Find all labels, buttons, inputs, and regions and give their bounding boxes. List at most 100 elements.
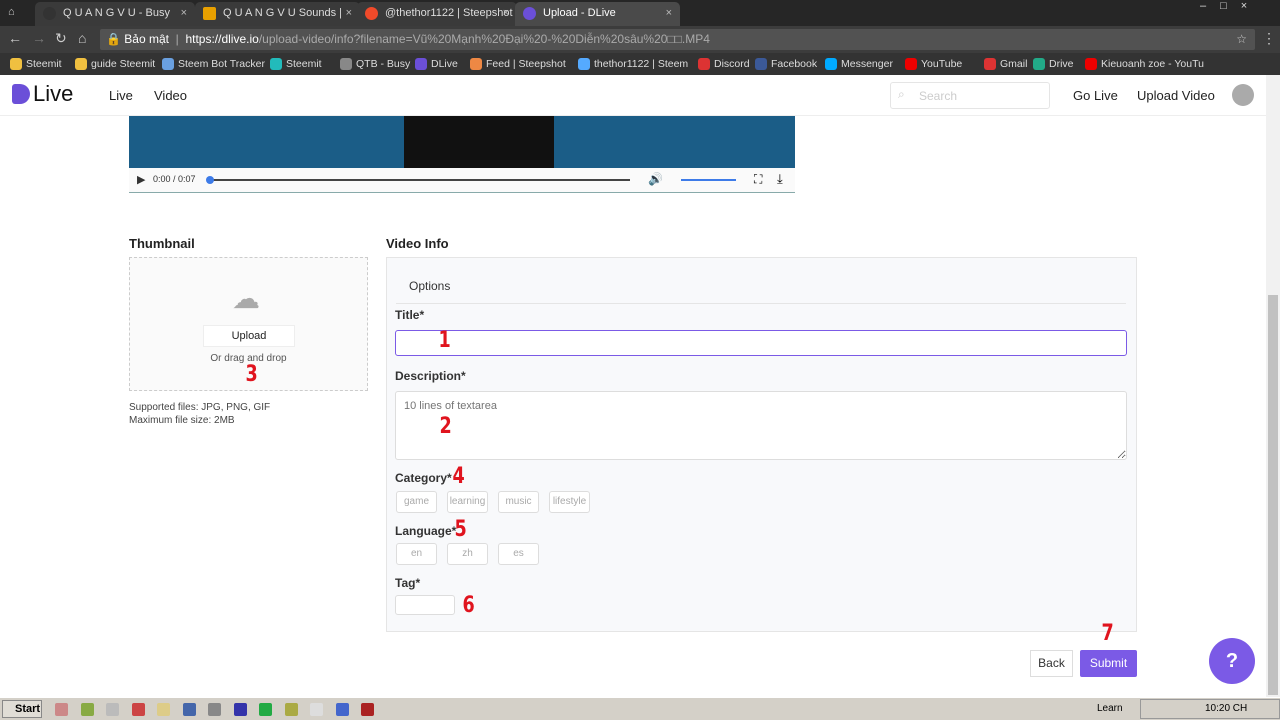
taskbar-app-icon[interactable] xyxy=(182,703,196,716)
close-tab-icon[interactable]: × xyxy=(346,2,352,24)
taskbar-app-icon[interactable] xyxy=(106,703,119,716)
taskbar-app-icon[interactable] xyxy=(335,703,349,716)
bookmark-icon xyxy=(984,58,996,70)
taskbar-app-icon[interactable] xyxy=(157,703,170,716)
bookmark-item[interactable]: QTB - Busy xyxy=(340,57,410,71)
language-zh[interactable]: zh xyxy=(447,543,488,565)
incognito-icon: ⌂ xyxy=(8,6,15,18)
bookmark-icon xyxy=(470,58,482,70)
max-file-size: Maximum file size: 2MB xyxy=(129,415,235,426)
category-learning[interactable]: learning xyxy=(447,491,488,513)
seek-bar[interactable] xyxy=(210,179,630,181)
bookmark-label: Feed | Steepshot xyxy=(486,58,566,70)
logo-text[interactable]: Live xyxy=(33,81,73,107)
language-en[interactable]: en xyxy=(396,543,437,565)
bookmark-item[interactable]: Steemit xyxy=(270,57,322,71)
bookmark-icon xyxy=(10,58,22,70)
taskbar-app-icon[interactable] xyxy=(131,703,145,716)
bookmark-item[interactable]: YouTube xyxy=(905,57,962,71)
close-tab-icon[interactable]: × xyxy=(181,2,187,24)
language-es[interactable]: es xyxy=(498,543,539,565)
category-game[interactable]: game xyxy=(396,491,437,513)
tab-options[interactable]: Options xyxy=(409,279,450,293)
dlive-logo-icon[interactable] xyxy=(12,84,30,104)
go-live-link[interactable]: Go Live xyxy=(1073,88,1118,103)
bookmark-item[interactable]: Drive xyxy=(1033,57,1074,71)
seek-handle[interactable] xyxy=(206,176,214,184)
bookmark-item[interactable]: Messenger xyxy=(825,57,893,71)
window-controls[interactable]: –□× xyxy=(1200,0,1261,12)
bookmark-item[interactable]: Facebook xyxy=(755,57,817,71)
upload-button[interactable]: Upload xyxy=(203,325,295,347)
scrollbar-thumb[interactable] xyxy=(1268,295,1278,695)
close-tab-icon[interactable]: × xyxy=(503,2,509,24)
taskbar-app-icon[interactable] xyxy=(80,703,94,716)
title-input[interactable] xyxy=(395,330,1127,356)
taskbar: Start Learn 10:20 CH xyxy=(0,697,1280,720)
url-host: https://dlive.io xyxy=(185,32,259,46)
menu-icon[interactable]: ⋮ xyxy=(1262,30,1276,47)
bookmark-icon xyxy=(75,58,87,70)
bookmark-label: Discord xyxy=(714,58,750,70)
bookmark-item[interactable]: Gmail xyxy=(984,57,1027,71)
volume-slider[interactable] xyxy=(681,179,736,181)
nav-live[interactable]: Live xyxy=(109,88,133,103)
category-music[interactable]: music xyxy=(498,491,539,513)
tag-input[interactable] xyxy=(395,595,455,615)
bookmarks-bar: Steemit guide Steemit Steem Bot Tracker Ste… xyxy=(0,53,1280,75)
help-button[interactable]: ? xyxy=(1209,638,1255,684)
scrollbar[interactable] xyxy=(1266,75,1280,697)
fullscreen-icon[interactable]: ⛶ xyxy=(754,172,762,187)
star-icon[interactable]: ☆ xyxy=(1236,29,1247,50)
tab-title: Upload - DLive xyxy=(543,7,616,19)
taskbar-app-icon[interactable] xyxy=(284,703,298,716)
bookmark-item[interactable]: guide Steemit xyxy=(75,57,155,71)
bookmark-item[interactable]: Kieuoanh zoe - YouTu xyxy=(1085,57,1204,71)
description-textarea[interactable] xyxy=(395,391,1127,460)
tab-sounds[interactable]: Q U A N G V U Sounds | DS× xyxy=(195,2,360,41)
volume-icon[interactable]: 🔊 xyxy=(648,172,663,186)
busy-icon xyxy=(43,7,56,20)
home-icon[interactable]: ⌂ xyxy=(78,30,86,46)
category-lifestyle[interactable]: lifestyle xyxy=(549,491,590,513)
video-preview[interactable] xyxy=(129,116,795,168)
bookmark-label: Drive xyxy=(1049,58,1074,70)
bookmark-item[interactable]: Discord xyxy=(698,57,750,71)
bookmark-item[interactable]: thethor1122 | Steem xyxy=(578,57,688,71)
bookmark-item[interactable]: Steem Bot Tracker xyxy=(162,57,265,71)
learn-toolbar[interactable]: Learn xyxy=(1097,703,1123,714)
back-icon[interactable]: ← xyxy=(8,30,22,46)
search-input[interactable]: ⌕ Search xyxy=(890,82,1050,109)
annotation-4: 4 xyxy=(452,464,465,489)
nav-video[interactable]: Video xyxy=(154,88,187,103)
start-label: Start xyxy=(15,703,41,715)
bookmark-item[interactable]: DLive xyxy=(415,57,458,71)
tab-dlive[interactable]: Upload - DLive × xyxy=(515,2,680,26)
submit-button[interactable]: Submit xyxy=(1080,650,1137,677)
taskbar-app-icon[interactable] xyxy=(233,703,247,716)
bookmark-icon xyxy=(270,58,282,70)
bookmark-label: thethor1122 | Steem xyxy=(594,58,689,70)
close-tab-icon[interactable]: × xyxy=(666,2,672,24)
bookmark-item[interactable]: Steemit xyxy=(10,57,62,71)
start-button[interactable]: Start xyxy=(2,700,42,718)
lock-icon: 🔒 xyxy=(106,32,121,46)
reload-icon[interactable]: ↻ xyxy=(55,30,67,47)
bookmark-item[interactable]: Feed | Steepshot xyxy=(470,57,566,71)
download-icon[interactable]: ⤓ xyxy=(777,171,783,187)
back-button[interactable]: Back xyxy=(1030,650,1073,677)
play-icon[interactable]: ▶ xyxy=(137,173,145,186)
bookmark-icon xyxy=(825,58,837,70)
upload-video-link[interactable]: Upload Video xyxy=(1137,88,1215,103)
avatar[interactable] xyxy=(1232,84,1254,106)
taskbar-app-icon[interactable] xyxy=(361,703,374,716)
forward-icon[interactable]: → xyxy=(32,30,46,46)
taskbar-app-icon[interactable] xyxy=(208,703,221,716)
taskbar-app-icon[interactable] xyxy=(310,703,323,716)
tab-steepshot[interactable]: @thethor1122 | Steepshot × xyxy=(357,2,517,26)
tab-busy[interactable]: Q U A N G V U - Busy × xyxy=(35,2,195,26)
url-input[interactable]: 🔒 Bảo mật | https://dlive.io/upload-vide… xyxy=(100,29,1255,50)
taskbar-app-icon[interactable] xyxy=(259,703,272,716)
bookmark-icon xyxy=(755,58,767,70)
taskbar-app-icon[interactable] xyxy=(55,703,68,716)
